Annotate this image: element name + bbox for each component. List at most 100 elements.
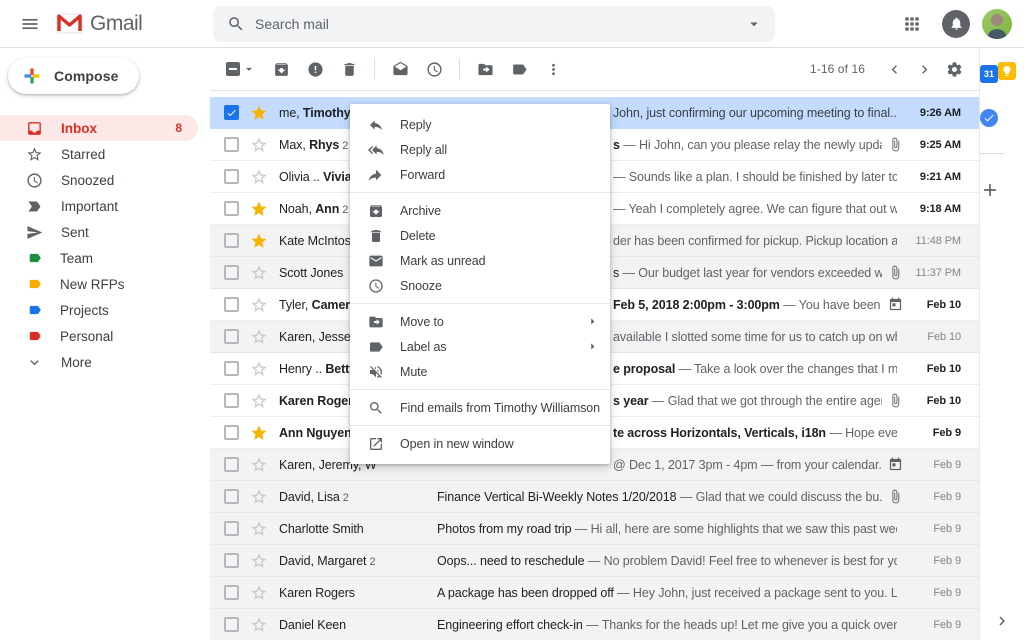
menu-item-label: Delete bbox=[400, 228, 436, 243]
row-checkbox[interactable] bbox=[224, 361, 239, 376]
menu-item-forward[interactable]: Forward bbox=[350, 162, 610, 187]
row-checkbox[interactable] bbox=[224, 457, 239, 472]
row-checkbox[interactable] bbox=[224, 137, 239, 152]
menu-item-reply[interactable]: Reply bbox=[350, 112, 610, 137]
snooze-button[interactable] bbox=[417, 52, 451, 86]
email-row[interactable]: David, Margaret 2 Oops... need to reschedu… bbox=[210, 545, 979, 577]
calendar-event-icon bbox=[889, 297, 902, 311]
archive-button[interactable] bbox=[264, 52, 298, 86]
newer-page-button[interactable] bbox=[879, 52, 909, 86]
sidebar-item-sent[interactable]: Sent bbox=[0, 219, 198, 245]
tasks-icon[interactable] bbox=[980, 109, 998, 127]
label-icon bbox=[29, 253, 41, 263]
row-checkbox[interactable] bbox=[224, 329, 239, 344]
star-icon bbox=[251, 201, 267, 216]
sidebar-item-projects[interactable]: Projects bbox=[0, 297, 198, 323]
email-row[interactable]: Daniel Keen Engineering effort check-in —… bbox=[210, 609, 979, 640]
email-row[interactable]: Karen Rogers A package has been dropped o… bbox=[210, 577, 979, 609]
star-icon[interactable] bbox=[250, 136, 268, 154]
star-icon[interactable] bbox=[250, 488, 268, 506]
sidebar-item-team[interactable]: Team bbox=[0, 245, 198, 271]
caret-down-icon bbox=[750, 22, 758, 27]
row-checkbox[interactable] bbox=[224, 553, 239, 568]
sidebar-item-personal[interactable]: Personal bbox=[0, 323, 198, 349]
mark-as-read-button[interactable] bbox=[383, 52, 417, 86]
menu-item-find-emails-from-timothy-williamson[interactable]: Find emails from Timothy Williamson bbox=[350, 395, 610, 420]
star-icon[interactable] bbox=[250, 616, 268, 634]
sidebar-item-new-rfps[interactable]: New RFPs bbox=[0, 271, 198, 297]
delete-button[interactable] bbox=[332, 52, 366, 86]
star-icon[interactable] bbox=[250, 168, 268, 186]
get-addons-plus-icon[interactable] bbox=[980, 180, 1000, 200]
hamburger-menu-button[interactable] bbox=[12, 6, 48, 42]
star-icon[interactable] bbox=[250, 360, 268, 378]
star-icon[interactable] bbox=[250, 264, 268, 282]
more-button[interactable] bbox=[536, 52, 570, 86]
star-icon[interactable] bbox=[250, 104, 268, 122]
menu-item-open-in-new-window[interactable]: Open in new window bbox=[350, 431, 610, 456]
row-checkbox[interactable] bbox=[224, 521, 239, 536]
star-icon[interactable] bbox=[250, 296, 268, 314]
star-icon[interactable] bbox=[250, 232, 268, 250]
star-icon[interactable] bbox=[250, 328, 268, 346]
row-checkbox[interactable] bbox=[224, 201, 239, 216]
email-subject: A package has been dropped off bbox=[437, 585, 614, 600]
email-row[interactable]: Charlotte Smith Photos from my road trip … bbox=[210, 513, 979, 545]
star-icon[interactable] bbox=[250, 584, 268, 602]
email-subject: Photos from my road trip bbox=[437, 521, 572, 536]
row-checkbox[interactable] bbox=[224, 265, 239, 280]
report-spam-button[interactable] bbox=[298, 52, 332, 86]
star-icon[interactable] bbox=[250, 424, 268, 442]
star-icon[interactable] bbox=[250, 456, 268, 474]
row-checkbox[interactable] bbox=[224, 489, 239, 504]
email-row[interactable]: David, Lisa 2 Finance Vertical Bi-Weekly N… bbox=[210, 481, 979, 513]
star-icon[interactable] bbox=[250, 520, 268, 538]
menu-item-mark-as-unread[interactable]: Mark as unread bbox=[350, 248, 610, 273]
select-all-checkbox[interactable] bbox=[226, 62, 256, 76]
expand-panel-chevron[interactable] bbox=[980, 612, 1024, 630]
sidebar-item-starred[interactable]: Starred bbox=[0, 141, 198, 167]
menu-item-snooze[interactable]: Snooze bbox=[350, 273, 610, 298]
apps-grid-button[interactable] bbox=[894, 6, 930, 42]
email-time: Feb 9 bbox=[933, 554, 961, 567]
star-icon[interactable] bbox=[250, 392, 268, 410]
row-checkbox[interactable] bbox=[224, 393, 239, 408]
row-checkbox[interactable] bbox=[224, 617, 239, 632]
notifications-bell-button[interactable] bbox=[942, 9, 970, 38]
email-time: 9:21 AM bbox=[919, 170, 961, 183]
menu-item-mute[interactable]: Mute bbox=[350, 359, 610, 384]
sidebar-item-more[interactable]: More bbox=[0, 349, 198, 375]
star-icon bbox=[251, 425, 267, 440]
menu-item-label-as[interactable]: Label as bbox=[350, 334, 610, 359]
calendar-icon[interactable]: 31 bbox=[980, 65, 998, 83]
move-to-button[interactable] bbox=[468, 52, 502, 86]
menu-item-delete[interactable]: Delete bbox=[350, 223, 610, 248]
email-snippet: — You have been i... bbox=[783, 297, 882, 312]
account-avatar[interactable] bbox=[982, 8, 1012, 39]
search-bar[interactable] bbox=[213, 6, 775, 42]
star-icon[interactable] bbox=[250, 552, 268, 570]
older-page-button[interactable] bbox=[909, 52, 939, 86]
sidebar-item-important[interactable]: Important bbox=[0, 193, 198, 219]
gmail-logo[interactable]: Gmail bbox=[56, 12, 143, 36]
labels-button[interactable] bbox=[502, 52, 536, 86]
row-checkbox[interactable] bbox=[224, 169, 239, 184]
star-icon[interactable] bbox=[250, 200, 268, 218]
menu-item-archive[interactable]: Archive bbox=[350, 198, 610, 223]
chevron-right-icon bbox=[921, 64, 927, 74]
sidebar-item-snoozed[interactable]: Snoozed bbox=[0, 167, 198, 193]
row-checkbox[interactable] bbox=[224, 585, 239, 600]
row-checkbox[interactable] bbox=[224, 233, 239, 248]
search-input[interactable] bbox=[255, 16, 735, 32]
sidebar-item-inbox[interactable]: Inbox 8 bbox=[0, 115, 198, 141]
settings-button[interactable] bbox=[939, 52, 969, 86]
email-time: Feb 9 bbox=[932, 426, 961, 439]
row-checkbox[interactable] bbox=[224, 105, 239, 120]
compose-button[interactable]: Compose bbox=[8, 58, 139, 94]
menu-item-reply-all[interactable]: Reply all bbox=[350, 137, 610, 162]
keep-icon[interactable] bbox=[998, 62, 1016, 80]
menu-item-move-to[interactable]: Move to bbox=[350, 309, 610, 334]
row-checkbox[interactable] bbox=[224, 425, 239, 440]
select-indeterminate-checkbox[interactable] bbox=[226, 62, 240, 76]
row-checkbox[interactable] bbox=[224, 297, 239, 312]
